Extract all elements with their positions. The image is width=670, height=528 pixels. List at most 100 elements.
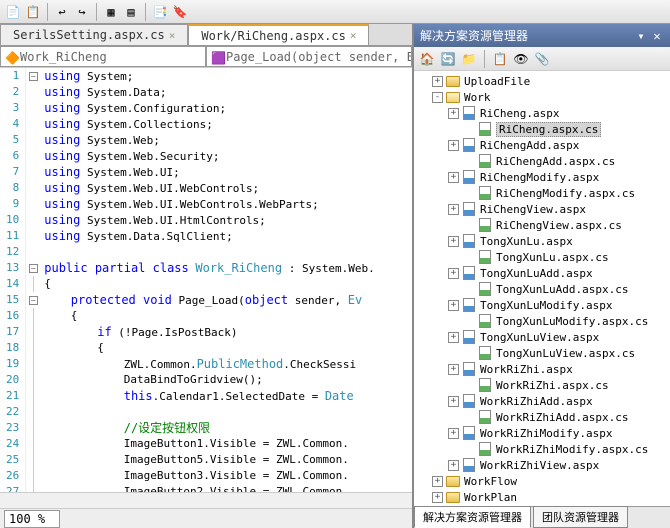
tree-item[interactable]: RiChengView.aspx.cs xyxy=(416,217,668,233)
toolbar-icon[interactable]: 📑 xyxy=(151,3,169,21)
tab-close-icon[interactable]: × xyxy=(169,29,176,42)
tree-expander[interactable]: + xyxy=(448,364,459,375)
tree-expander[interactable]: + xyxy=(432,476,443,487)
close-icon[interactable]: ✕ xyxy=(650,29,664,43)
tree-item[interactable]: RiCheng.aspx.cs xyxy=(416,121,668,137)
tab-bar: SerilsSetting.aspx.cs×Work/RiCheng.aspx.… xyxy=(0,24,412,46)
class-dropdown[interactable]: 🔶 Work_RiCheng xyxy=(0,46,206,67)
tree-item[interactable]: WorkRiZhi.aspx.cs xyxy=(416,377,668,393)
zoom-dropdown[interactable]: 100 % xyxy=(4,510,60,528)
tree-item[interactable]: WorkRiZhiModify.aspx.cs xyxy=(416,441,668,457)
tree-item[interactable]: +WorkRiZhiView.aspx xyxy=(416,457,668,473)
tree-expander[interactable]: + xyxy=(448,140,459,151)
solution-tree[interactable]: +UploadFile-Work+RiCheng.aspxRiCheng.asp… xyxy=(414,71,670,506)
tree-expander[interactable]: + xyxy=(448,172,459,183)
aspx-file-icon xyxy=(461,394,477,408)
home-icon[interactable]: 🏠 xyxy=(418,50,436,68)
horizontal-scrollbar[interactable] xyxy=(0,492,412,508)
editor-tab[interactable]: Work/RiCheng.aspx.cs× xyxy=(188,24,369,45)
tree-item[interactable]: +RiChengAdd.aspx xyxy=(416,137,668,153)
fold-toggle[interactable]: − xyxy=(29,296,38,305)
aspx-file-icon xyxy=(461,138,477,152)
code-editor[interactable]: 1234567891011121314151617181920212223242… xyxy=(0,68,412,492)
toolbar-icon[interactable]: ▤ xyxy=(122,3,140,21)
tree-item[interactable]: +RiChengView.aspx xyxy=(416,201,668,217)
toolbar-icon[interactable]: ↩ xyxy=(53,3,71,21)
member-dropdown[interactable]: 🟪 Page_Load(object sender, Ev xyxy=(206,46,412,67)
tree-expander[interactable]: + xyxy=(448,428,459,439)
toolbar-icon[interactable]: 🔖 xyxy=(171,3,189,21)
bottom-tab[interactable]: 解决方案资源管理器 xyxy=(414,506,531,528)
tree-item[interactable]: TongXunLuAdd.aspx.cs xyxy=(416,281,668,297)
tree-item-label: WorkPlan xyxy=(464,491,517,504)
tree-item[interactable]: RiChengAdd.aspx.cs xyxy=(416,153,668,169)
aspx-file-icon xyxy=(461,298,477,312)
nav-dropdown-bar: 🔶 Work_RiCheng 🟪 Page_Load(object sender… xyxy=(0,46,412,68)
folder-open-icon xyxy=(445,90,461,104)
fold-toggle[interactable]: − xyxy=(29,72,38,81)
tree-expander[interactable]: + xyxy=(448,460,459,471)
tree-item[interactable]: WorkRiZhiAdd.aspx.cs xyxy=(416,409,668,425)
cs-file-icon xyxy=(477,442,493,456)
bottom-tab[interactable]: 团队资源管理器 xyxy=(533,506,628,528)
panel-title-text: 解决方案资源管理器 xyxy=(420,27,528,44)
tree-item-label: TongXunLuModify.aspx.cs xyxy=(496,315,648,328)
tree-item[interactable]: +TongXunLuView.aspx xyxy=(416,329,668,345)
toolbar-icon[interactable]: ↪ xyxy=(73,3,91,21)
tree-item-label: RiChengModify.aspx.cs xyxy=(496,187,635,200)
solution-toolbar: 🏠 🔄 📁 📋 👁 📎 xyxy=(414,47,670,71)
tree-item[interactable]: + WorkPlan xyxy=(416,489,668,505)
tree-item-label: WorkRiZhi.aspx xyxy=(480,363,573,376)
properties-icon[interactable]: 📋 xyxy=(491,50,509,68)
main-toolbar: 📄 📋 ↩ ↪ ▦ ▤ 📑 🔖 xyxy=(0,0,670,24)
tree-item-label: WorkRiZhiAdd.aspx xyxy=(480,395,593,408)
view-icon[interactable]: 👁 xyxy=(512,50,530,68)
tree-item[interactable]: -Work xyxy=(416,89,668,105)
aspx-file-icon xyxy=(461,458,477,472)
tree-expander[interactable]: - xyxy=(432,92,443,103)
tree-expander[interactable]: + xyxy=(432,492,443,503)
tree-item[interactable]: +RiCheng.aspx xyxy=(416,105,668,121)
tree-item[interactable]: + WorkRiZhi.aspx xyxy=(416,361,668,377)
tree-expander[interactable]: + xyxy=(448,396,459,407)
cs-file-icon xyxy=(477,346,493,360)
dropdown-icon[interactable]: ▾ xyxy=(634,29,648,43)
toolbar-icon[interactable]: ▦ xyxy=(102,3,120,21)
tree-item[interactable]: TongXunLuView.aspx.cs xyxy=(416,345,668,361)
aspx-file-icon xyxy=(461,426,477,440)
nest-icon[interactable]: 📎 xyxy=(533,50,551,68)
tree-item[interactable]: TongXunLu.aspx.cs xyxy=(416,249,668,265)
tree-item[interactable]: + TongXunLuAdd.aspx xyxy=(416,265,668,281)
tree-expander[interactable]: + xyxy=(448,236,459,247)
show-all-icon[interactable]: 📁 xyxy=(460,50,478,68)
tree-item-label: TongXunLuAdd.aspx xyxy=(480,267,593,280)
tree-item[interactable]: +TongXunLuModify.aspx xyxy=(416,297,668,313)
tree-item[interactable]: + WorkRiZhiAdd.aspx xyxy=(416,393,668,409)
cs-file-icon xyxy=(477,218,493,232)
panel-title-bar: 解决方案资源管理器 ▾ ✕ xyxy=(414,24,670,47)
code-lines[interactable]: using System;using System.Data;using Sys… xyxy=(40,68,412,492)
toolbar-icon[interactable]: 📄 xyxy=(4,3,22,21)
toolbar-icon[interactable]: 📋 xyxy=(24,3,42,21)
tab-close-icon[interactable]: × xyxy=(350,29,357,42)
tree-item-label: WorkFlow xyxy=(464,475,517,488)
tree-expander[interactable]: + xyxy=(448,300,459,311)
tree-expander[interactable]: + xyxy=(448,332,459,343)
tree-item[interactable]: + WorkFlow xyxy=(416,473,668,489)
tree-expander[interactable]: + xyxy=(448,204,459,215)
tree-item[interactable]: +TongXunLu.aspx xyxy=(416,233,668,249)
editor-tab[interactable]: SerilsSetting.aspx.cs× xyxy=(0,24,188,45)
tree-expander[interactable]: + xyxy=(432,76,443,87)
folder-icon xyxy=(445,474,461,488)
bottom-tab-bar: 解决方案资源管理器团队资源管理器 xyxy=(414,506,670,528)
tree-item[interactable]: +RiChengModify.aspx xyxy=(416,169,668,185)
fold-toggle[interactable]: − xyxy=(29,264,38,273)
tree-item-label: RiCheng.aspx.cs xyxy=(496,122,601,137)
refresh-icon[interactable]: 🔄 xyxy=(439,50,457,68)
tree-item[interactable]: RiChengModify.aspx.cs xyxy=(416,185,668,201)
tree-expander[interactable]: + xyxy=(448,268,459,279)
tree-expander[interactable]: + xyxy=(448,108,459,119)
tree-item[interactable]: TongXunLuModify.aspx.cs xyxy=(416,313,668,329)
tree-item[interactable]: +WorkRiZhiModify.aspx xyxy=(416,425,668,441)
tree-item[interactable]: +UploadFile xyxy=(416,73,668,89)
